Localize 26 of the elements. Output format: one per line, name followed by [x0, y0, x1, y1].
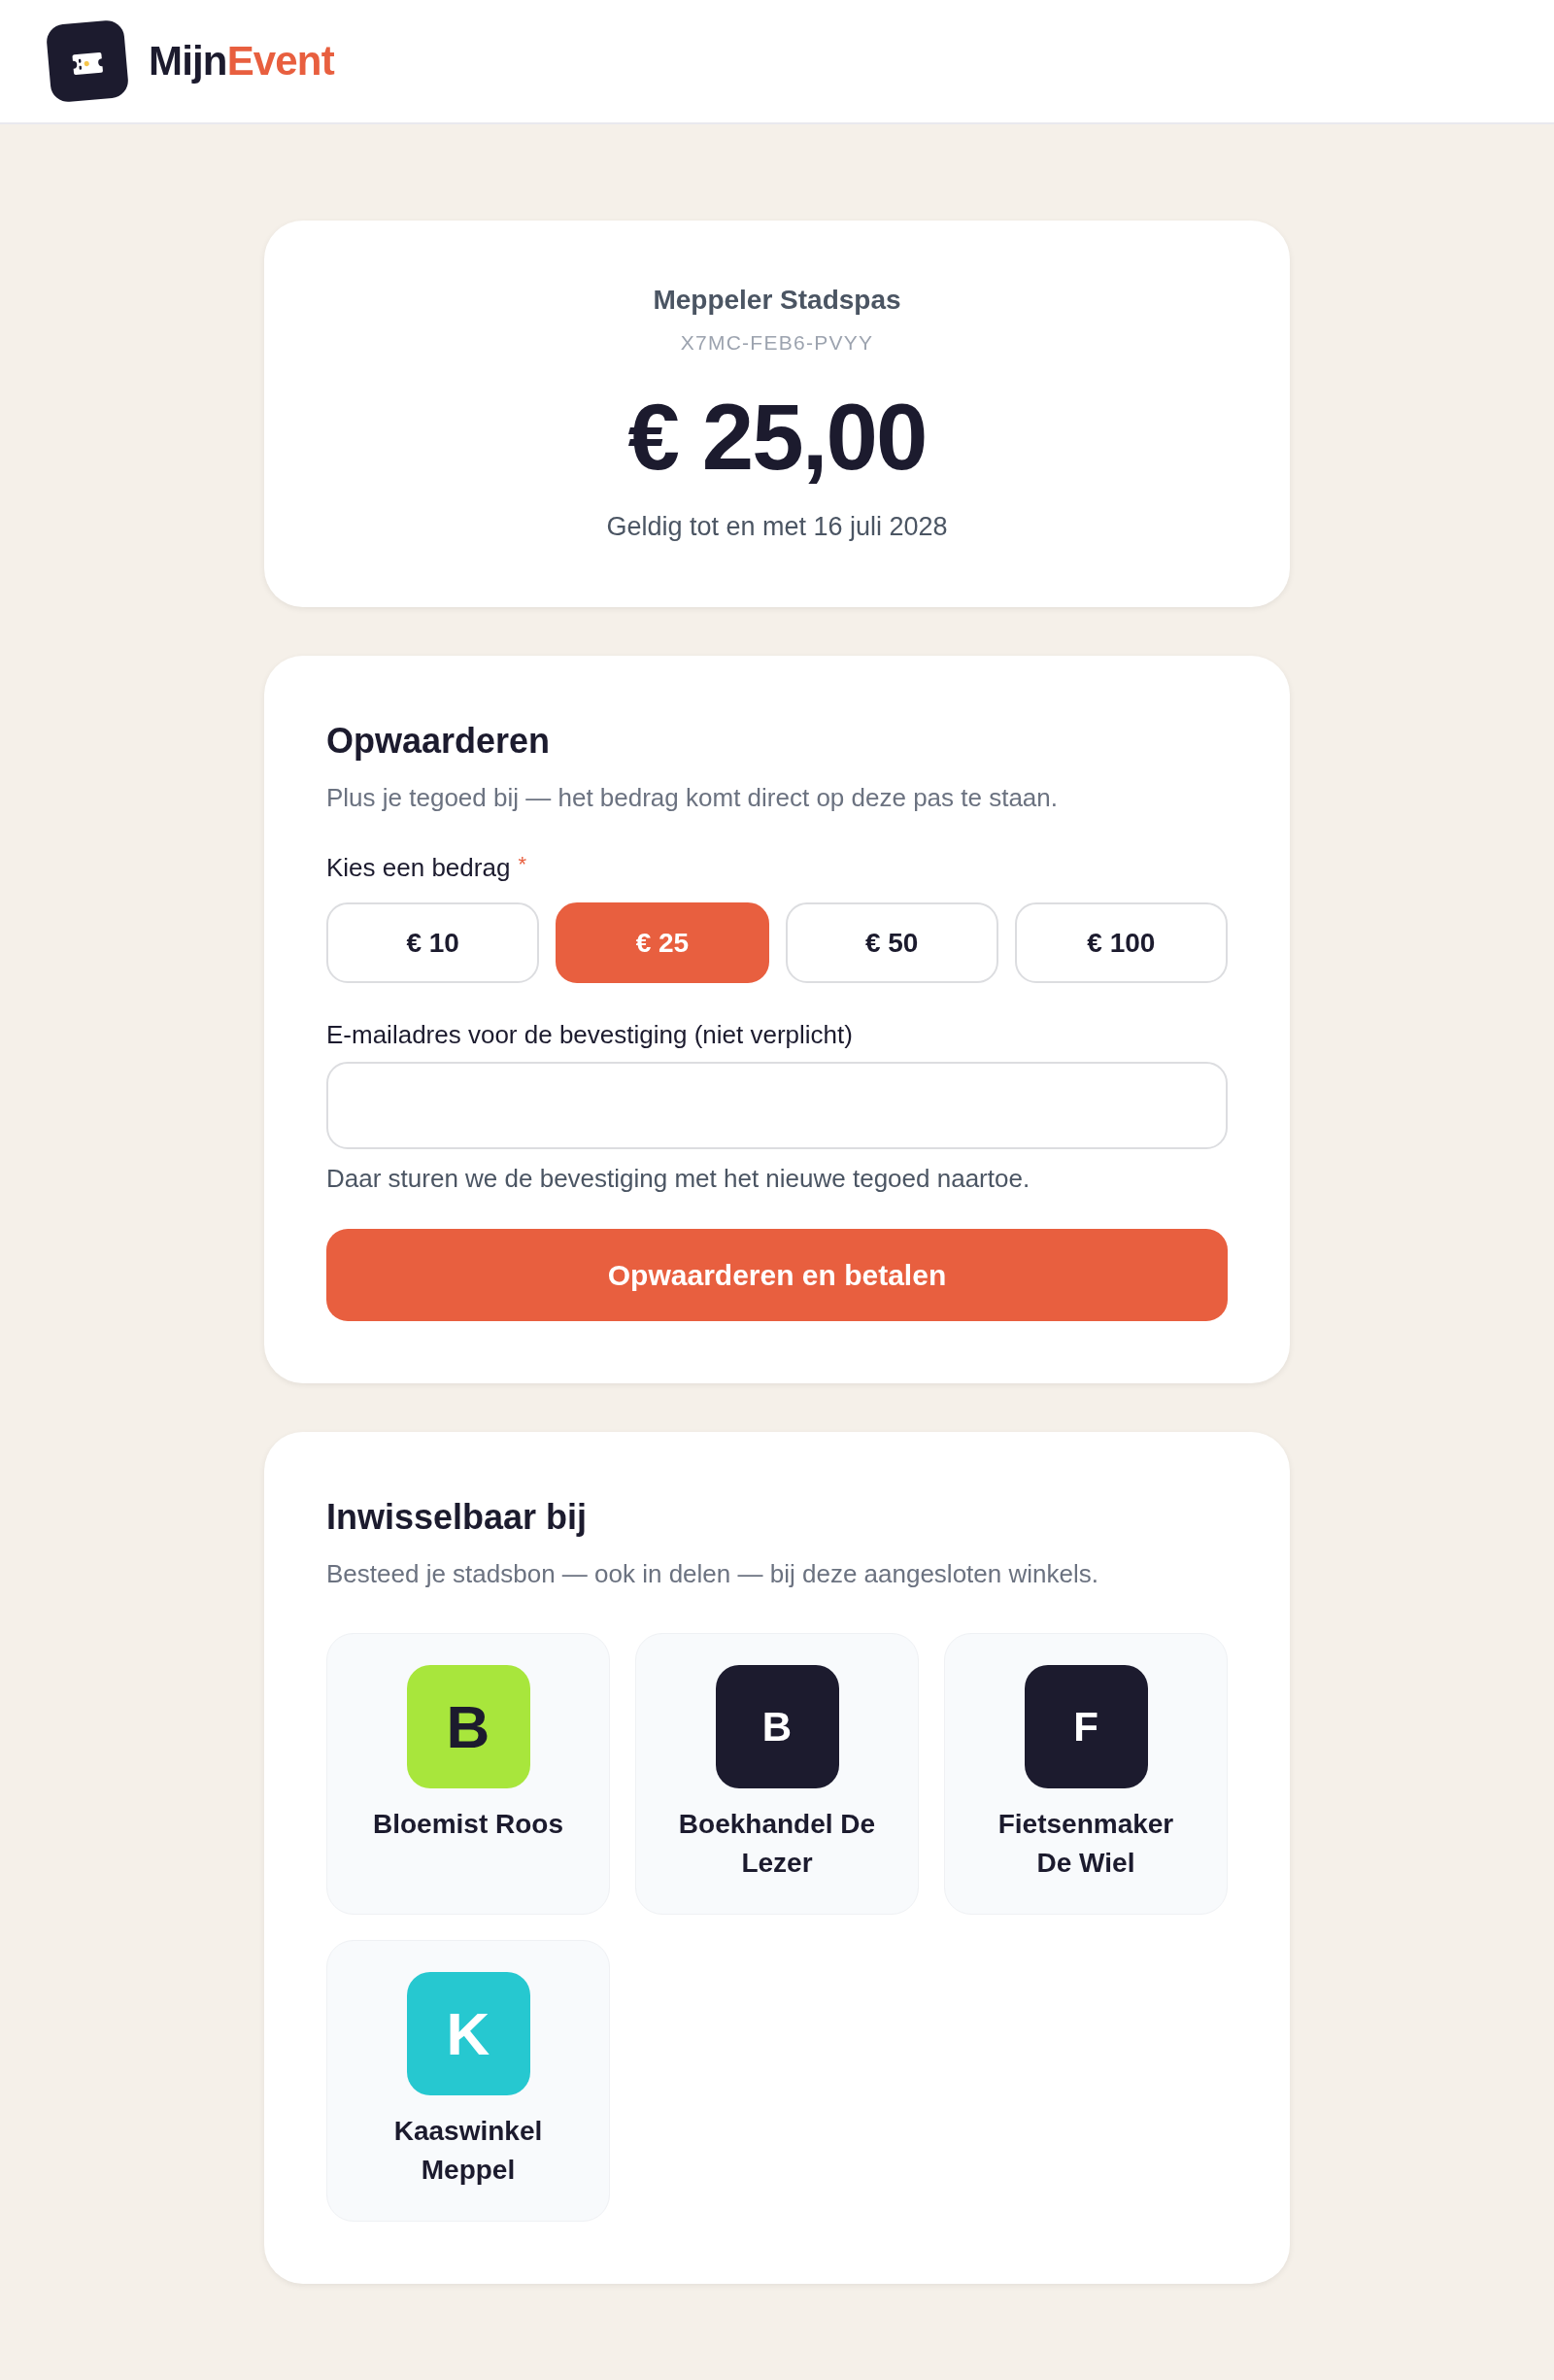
amount-label: Kies een bedrag — [326, 852, 511, 884]
ticket-logo-icon — [46, 19, 129, 103]
amount-option[interactable]: € 100 — [1014, 902, 1228, 983]
email-label: E-mailadres voor de bevestiging (niet verplicht) — [326, 1019, 854, 1051]
shop-initial-tile: F — [1024, 1665, 1148, 1788]
section-title: Inwisselbaar bij — [326, 1496, 589, 1539]
shop-name: Kaaswinkel Meppel — [392, 2115, 544, 2187]
shop-name: Fietsenmaker De Wiel — [997, 1808, 1175, 1880]
pass-name: Meppeler Stadspas — [653, 284, 901, 317]
balance-amount: € 25,00 — [627, 389, 927, 486]
shop-name: Bloemist Roos — [373, 1808, 563, 1841]
section-subtitle: Besteed je stadsbon — ook in delen — bij deze aangesloten winkels. — [326, 1558, 1099, 1590]
required-mark: * — [518, 851, 526, 878]
shop-initial-tile: B — [715, 1665, 839, 1788]
shop-initial-tile: K — [406, 1972, 530, 2095]
shop-name: Boekhandel De Lezer — [677, 1808, 877, 1880]
pass-code: X7MC-FEB6-PVYY — [680, 330, 874, 356]
email-help-text: Daar sturen we de bevestiging met het nieuwe tegoed naartoe. — [326, 1163, 1031, 1195]
shop-initial-tile: B — [406, 1665, 530, 1788]
amount-option[interactable]: € 10 — [326, 902, 540, 983]
brand-name: MijnEvent — [149, 37, 334, 85]
validity-date: Geldig tot en met 16 juli 2028 — [606, 511, 948, 543]
email-field[interactable] — [326, 1062, 1228, 1149]
amount-option[interactable]: € 50 — [785, 902, 998, 983]
section-title: Opwaarderen — [326, 720, 552, 763]
section-subtitle: Plus je tegoed bij — het bedrag komt direct op deze pas te staan. — [326, 782, 1059, 814]
